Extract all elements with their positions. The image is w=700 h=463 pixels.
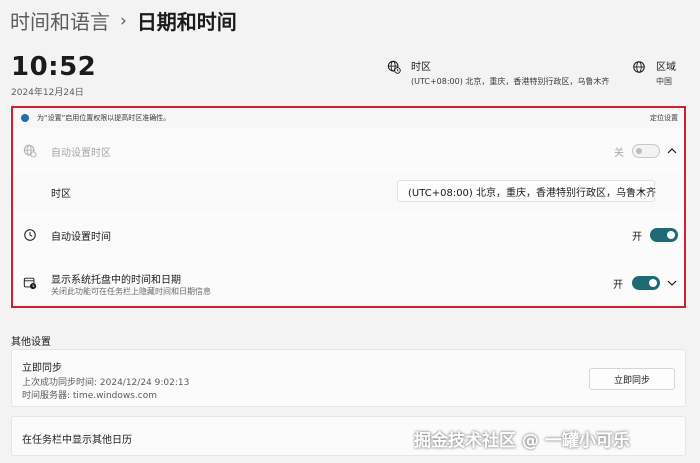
calendar-clock-icon bbox=[23, 277, 37, 290]
timezone-info: 时区 (UTC+08:00) 北京，重庆，香港特别行政区，乌鲁木齐 bbox=[387, 58, 609, 87]
region-info-label: 区域 bbox=[656, 62, 676, 73]
other-settings-heading: 其他设置 bbox=[11, 337, 51, 348]
chevron-up-icon[interactable] bbox=[666, 145, 678, 157]
sync-title: 立即同步 bbox=[22, 363, 62, 374]
page-title: 日期和时间 bbox=[136, 10, 237, 34]
auto-timezone-label: 自动设置时区 bbox=[51, 147, 111, 159]
info-dot-icon bbox=[21, 114, 29, 122]
tray-clock-state: 开 bbox=[613, 280, 623, 291]
sync-card: 立即同步 上次成功同步时间: 2024/12/24 9:02:13 时间服务器:… bbox=[11, 349, 686, 407]
globe-sync-icon bbox=[23, 144, 37, 158]
timezone-dropdown-value: (UTC+08:00) 北京，重庆，香港特别行政区，乌鲁木齐 bbox=[408, 187, 657, 199]
breadcrumb: 时间和语言 › 日期和时间 bbox=[10, 6, 237, 35]
chevron-down-icon[interactable] bbox=[666, 277, 678, 289]
last-sync-text: 上次成功同步时间: 2024/12/24 9:02:13 bbox=[22, 378, 190, 388]
globe-clock-icon bbox=[387, 60, 401, 74]
tray-clock-toggle[interactable] bbox=[632, 276, 660, 290]
current-date: 2024年12月24日 bbox=[11, 88, 84, 98]
sync-now-button[interactable]: 立即同步 bbox=[589, 368, 675, 390]
banner-text: 为“设置”启用位置权限以提高时区准确性。 bbox=[37, 114, 171, 122]
auto-time-toggle[interactable] bbox=[650, 228, 678, 242]
region-info: 区域 中国 bbox=[632, 58, 676, 87]
auto-time-row: 自动设置时间 开 bbox=[13, 210, 684, 261]
tray-clock-label: 显示系统托盘中的时间和日期 bbox=[51, 275, 181, 286]
watermark: 掘金技术社区 @ 一罐小可乐 bbox=[414, 431, 630, 451]
timezone-info-value: (UTC+08:00) 北京，重庆，香港特别行政区，乌鲁木齐 bbox=[411, 77, 610, 86]
location-permission-banner: 为“设置”启用位置权限以提高时区准确性。 定位设置 bbox=[13, 108, 684, 129]
breadcrumb-separator: › bbox=[120, 10, 127, 31]
auto-timezone-row: 自动设置时区 关 bbox=[13, 128, 684, 175]
time-server-text: 时间服务器: time.windows.com bbox=[22, 391, 158, 401]
tray-clock-description: 关闭此功能可在任务栏上隐藏时间和日期信息 bbox=[51, 287, 211, 296]
highlighted-settings-group: 为“设置”启用位置权限以提高时区准确性。 定位设置 自动设置时区 关 时区 (U… bbox=[11, 106, 686, 308]
timezone-info-label: 时区 bbox=[411, 62, 431, 73]
timezone-row: 时区 (UTC+08:00) 北京，重庆，香港特别行政区，乌鲁木齐 bbox=[13, 174, 684, 211]
location-settings-link[interactable]: 定位设置 bbox=[650, 113, 678, 123]
current-time: 10:52 bbox=[11, 52, 97, 82]
taskbar-calendar-title: 在任务栏中显示其他日历 bbox=[22, 435, 132, 446]
region-info-value: 中国 bbox=[656, 77, 672, 86]
auto-time-label: 自动设置时间 bbox=[51, 231, 111, 243]
timezone-dropdown[interactable]: (UTC+08:00) 北京，重庆，香港特别行政区，乌鲁木齐 bbox=[397, 180, 657, 202]
globe-icon bbox=[633, 61, 645, 73]
timezone-label: 时区 bbox=[51, 188, 71, 200]
tray-clock-row: 显示系统托盘中的时间和日期 关闭此功能可在任务栏上隐藏时间和日期信息 开 bbox=[13, 260, 684, 306]
clock-icon bbox=[24, 229, 36, 241]
chevron-down-icon bbox=[639, 189, 645, 193]
breadcrumb-parent[interactable]: 时间和语言 bbox=[10, 6, 110, 35]
auto-time-state: 开 bbox=[632, 231, 642, 243]
auto-timezone-state: 关 bbox=[614, 147, 624, 159]
auto-timezone-toggle[interactable] bbox=[632, 144, 660, 158]
